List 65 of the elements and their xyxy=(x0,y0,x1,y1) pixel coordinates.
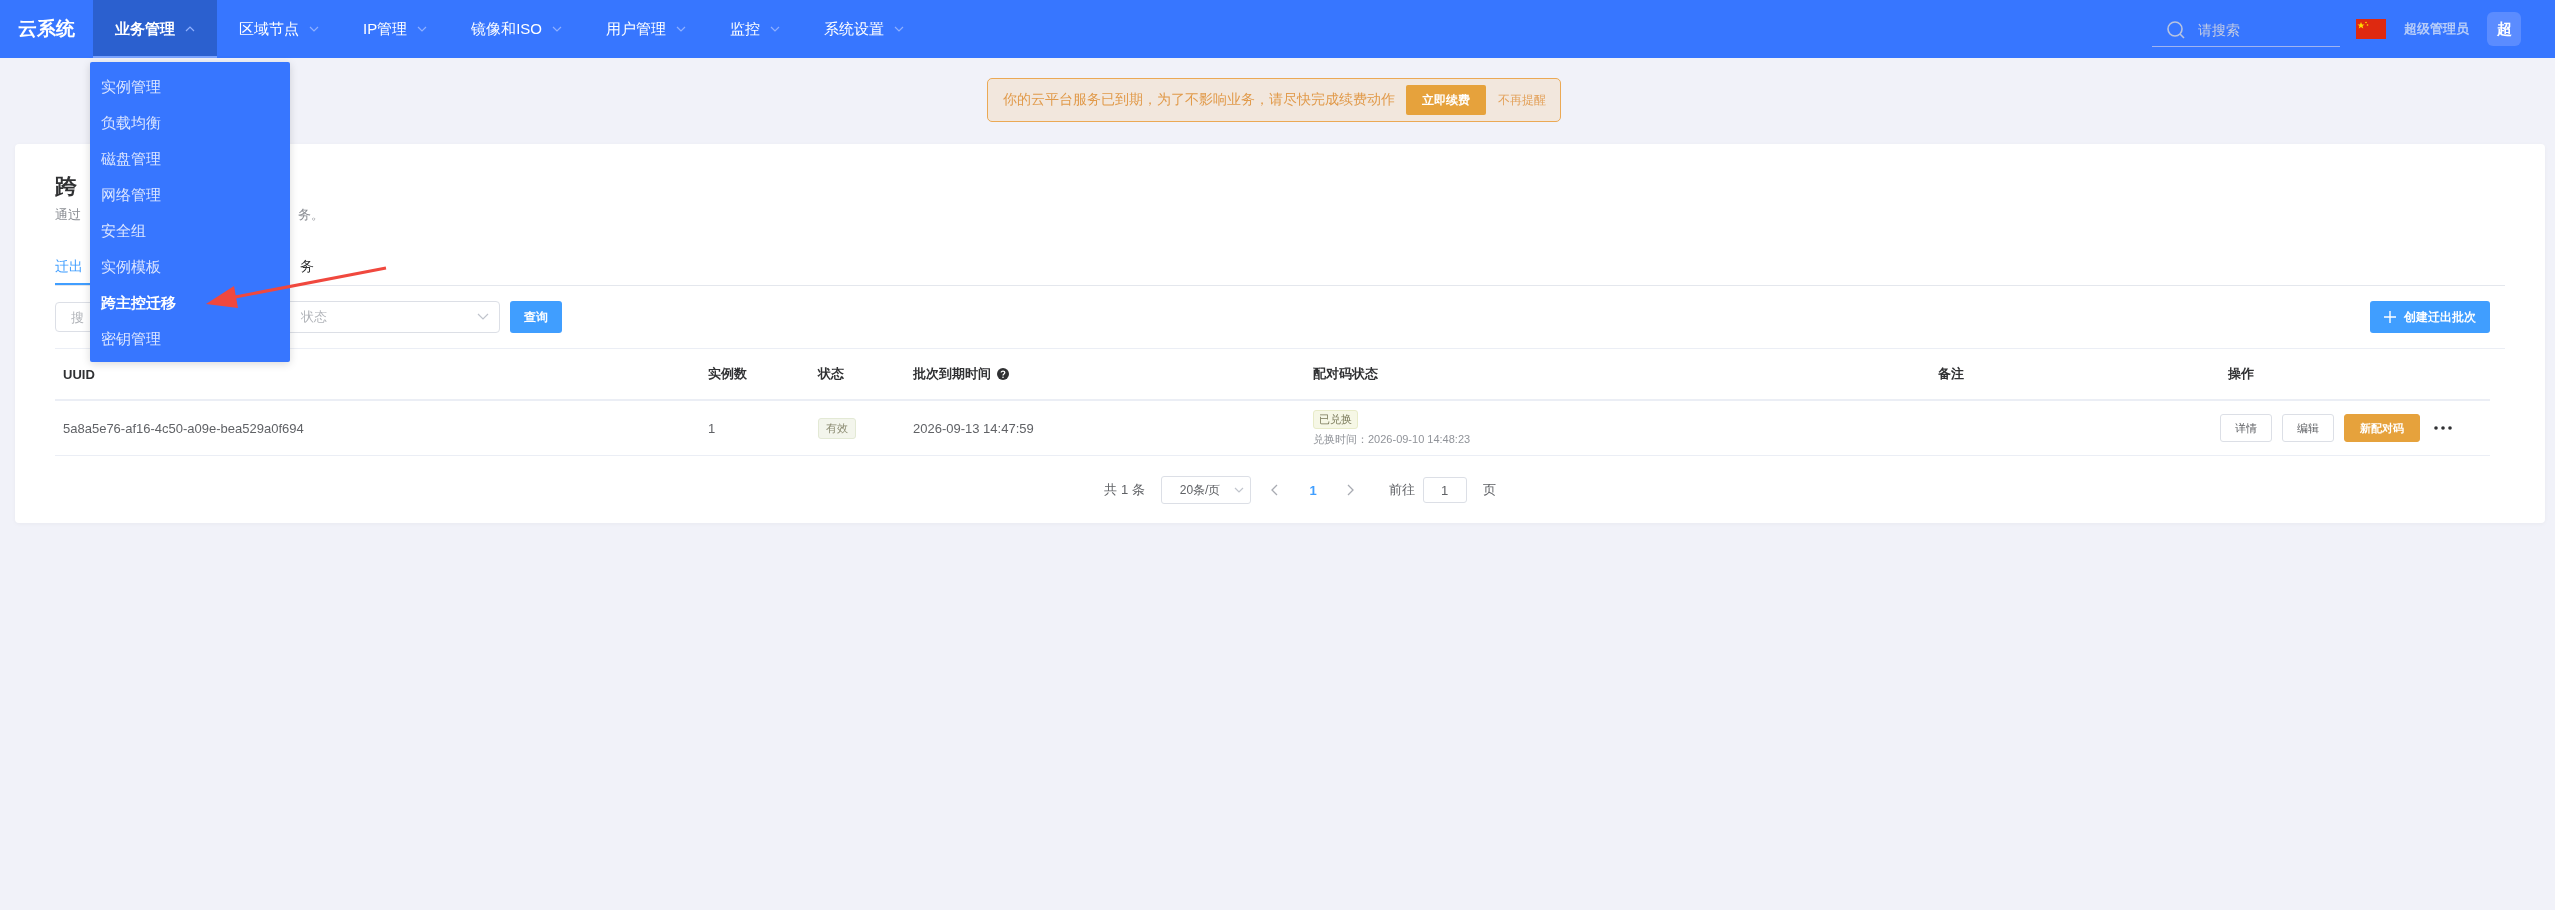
nav-menu-item[interactable]: 系统设置 xyxy=(802,0,927,58)
brand-name: 云系统 xyxy=(17,17,76,41)
column-header: 备注 xyxy=(1937,365,1965,383)
page-input[interactable]: 1 xyxy=(1422,477,1467,503)
chevron-icon xyxy=(676,25,687,33)
chevron-icon xyxy=(894,25,905,33)
chevron-icon xyxy=(770,25,781,33)
table-cell-text: 2026-09-13 14:47:59 xyxy=(912,420,1035,436)
page-description: 务。 xyxy=(298,206,324,224)
nav-menu-item[interactable]: 监控 xyxy=(708,0,803,58)
chevron-icon xyxy=(185,25,195,33)
column-header: 实例数 xyxy=(707,365,748,383)
query-button[interactable]: 查询 xyxy=(510,301,562,333)
page-size-select[interactable]: 20条/页 xyxy=(1160,476,1252,504)
redeem-time: 兑换时间：2026-09-10 14:48:23 xyxy=(1313,431,1471,447)
tab[interactable]: 务 xyxy=(300,258,314,285)
nav-menu-item[interactable]: 用户管理 xyxy=(584,0,709,58)
page-number[interactable]: 1 xyxy=(1309,482,1317,498)
more-icon[interactable] xyxy=(2434,426,2452,430)
menu-item[interactable]: 网络管理 xyxy=(90,177,290,213)
dismiss-link[interactable]: 不再提醒 xyxy=(1497,91,1546,109)
renew-button[interactable]: 立即续费 xyxy=(1405,85,1486,115)
page-description: 通过 xyxy=(55,206,81,224)
chevron-icon xyxy=(309,25,319,33)
column-header: 操作 xyxy=(2227,365,2255,383)
create-button[interactable]: 创建迁出批次 xyxy=(2370,301,2490,333)
flag-icon xyxy=(2356,19,2386,39)
notice-text: 你的云平台服务已到期，为了不影响业务，请尽快完成续费动作 xyxy=(1002,91,1395,109)
nav-menu-item[interactable]: 镜像和ISO xyxy=(449,0,585,58)
menu-item[interactable]: 磁盘管理 xyxy=(90,141,290,177)
chevron-icon xyxy=(477,313,489,321)
action-button[interactable]: 编辑 xyxy=(2282,414,2334,442)
table-cell-text: 5a8a5e76-af16-4c50-a09e-bea529a0f694 xyxy=(62,420,305,436)
prev-page-icon xyxy=(1271,484,1280,496)
plus-icon xyxy=(2384,311,2396,323)
next-page-icon xyxy=(1346,484,1355,496)
nav-menu-item[interactable]: 业务管理 xyxy=(93,0,217,58)
page-unit: 页 xyxy=(1482,481,1496,499)
menu-item[interactable]: 实例管理 xyxy=(90,69,290,105)
user-avatar[interactable]: 超 xyxy=(2487,12,2521,46)
search-input[interactable]: 请搜索 xyxy=(2196,20,2320,39)
goto-label: 前往 xyxy=(1388,481,1415,499)
nav-menu-item[interactable]: 区域节点 xyxy=(217,0,341,58)
menu-item[interactable]: 负载均衡 xyxy=(90,105,290,141)
action-button[interactable]: 详情 xyxy=(2220,414,2272,442)
action-button[interactable]: 新配对码 xyxy=(2344,414,2420,442)
status-tag: 有效 xyxy=(818,417,856,439)
page-title: 跨 xyxy=(55,173,77,201)
search-icon xyxy=(2166,19,2186,40)
chevron-icon xyxy=(417,25,428,33)
column-header: 批次到期时间 xyxy=(913,365,991,383)
table-cell-text: 1 xyxy=(707,420,717,436)
help-icon xyxy=(997,368,1009,380)
total-count: 共 1 条 xyxy=(1104,481,1145,499)
column-header: 配对码状态 xyxy=(1312,365,1379,383)
chevron-icon xyxy=(552,25,563,33)
chevron-icon xyxy=(1234,487,1245,493)
nav-menu-item[interactable]: IP管理 xyxy=(341,0,450,58)
menu-item[interactable]: 安全组 xyxy=(90,213,290,249)
status-tag: 已兑换 xyxy=(1313,409,1358,429)
column-header: UUID xyxy=(62,366,96,382)
user-name[interactable]: 超级管理员 xyxy=(2404,20,2469,38)
tab[interactable]: 迁出 xyxy=(55,258,91,285)
menu-item[interactable]: 实例模板 xyxy=(90,249,290,285)
column-header: 状态 xyxy=(816,365,845,383)
